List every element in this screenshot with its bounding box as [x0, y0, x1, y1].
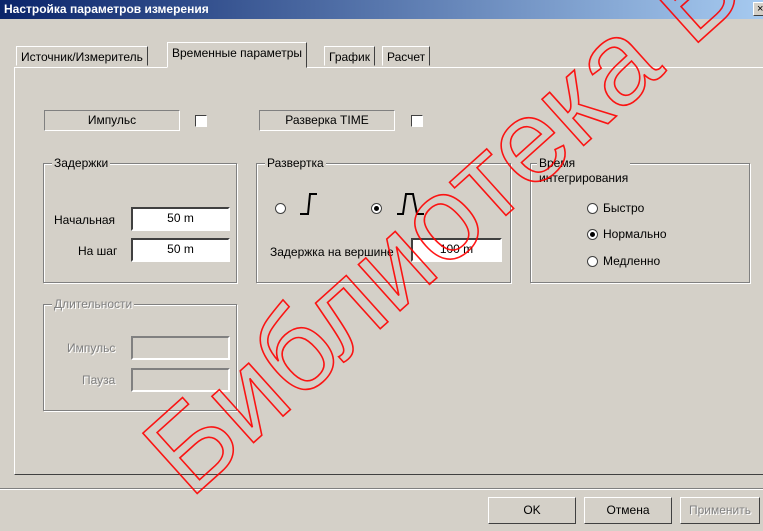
sweep-group-title: Развертка	[265, 156, 326, 170]
integration-normal-label: Нормально	[603, 227, 667, 241]
step-delay-field[interactable]: 50 m	[131, 238, 230, 262]
cancel-button[interactable]: Отмена	[584, 497, 672, 524]
dialog-window: Настройка параметров измерения × Источни…	[0, 0, 763, 531]
integration-group-title: Время интегрирования	[537, 156, 631, 186]
top-delay-field[interactable]: 100 m	[411, 238, 502, 262]
integration-title-line1: Время	[539, 156, 576, 170]
tab-calculation[interactable]: Расчет	[382, 46, 431, 66]
sweep-group: Развертка	[256, 156, 511, 283]
apply-button[interactable]: Применить	[680, 497, 760, 524]
integration-title-line2: интегрирования	[539, 171, 629, 185]
delays-group-title: Задержки	[52, 156, 111, 170]
durations-impulse-label: Импульс	[67, 341, 116, 355]
tab-source-meter[interactable]: Источник/Измеритель	[16, 46, 148, 66]
tab-time-parameters[interactable]: Временные параметры	[167, 42, 308, 68]
integration-fast-radio[interactable]	[587, 203, 598, 214]
footer-separator	[0, 488, 763, 490]
initial-delay-label: Начальная	[54, 213, 116, 227]
step-delay-label: На шаг	[78, 244, 118, 258]
sweep-time-checkbox[interactable]	[411, 115, 423, 127]
sweep-time-label-box: Разверка TIME	[259, 110, 395, 131]
tab-graph[interactable]: График	[324, 46, 375, 66]
durations-pause-field[interactable]	[131, 368, 230, 392]
integration-fast-label: Быстро	[603, 201, 645, 215]
sweep-step-radio[interactable]	[275, 203, 286, 214]
pulse-waveform-icon	[397, 193, 424, 215]
close-button[interactable]: ×	[753, 2, 763, 16]
durations-group-title: Длительности	[52, 297, 135, 311]
top-delay-label: Задержка на вершине	[270, 245, 394, 259]
title-bar: Настройка параметров измерения ×	[0, 0, 763, 19]
step-waveform-icon	[300, 193, 317, 215]
impulse-checkbox[interactable]	[195, 115, 207, 127]
durations-pause-label: Пауза	[82, 373, 116, 387]
impulse-label-box: Импульс	[44, 110, 180, 131]
ok-button[interactable]: OK	[488, 497, 576, 524]
sweep-pulse-radio[interactable]	[371, 203, 382, 214]
durations-impulse-field[interactable]	[131, 336, 230, 360]
integration-slow-label: Медленно	[603, 254, 661, 268]
integration-normal-radio[interactable]	[587, 229, 598, 240]
integration-slow-radio[interactable]	[587, 256, 598, 267]
initial-delay-field[interactable]: 50 m	[131, 207, 230, 231]
window-title: Настройка параметров измерения	[4, 2, 209, 16]
